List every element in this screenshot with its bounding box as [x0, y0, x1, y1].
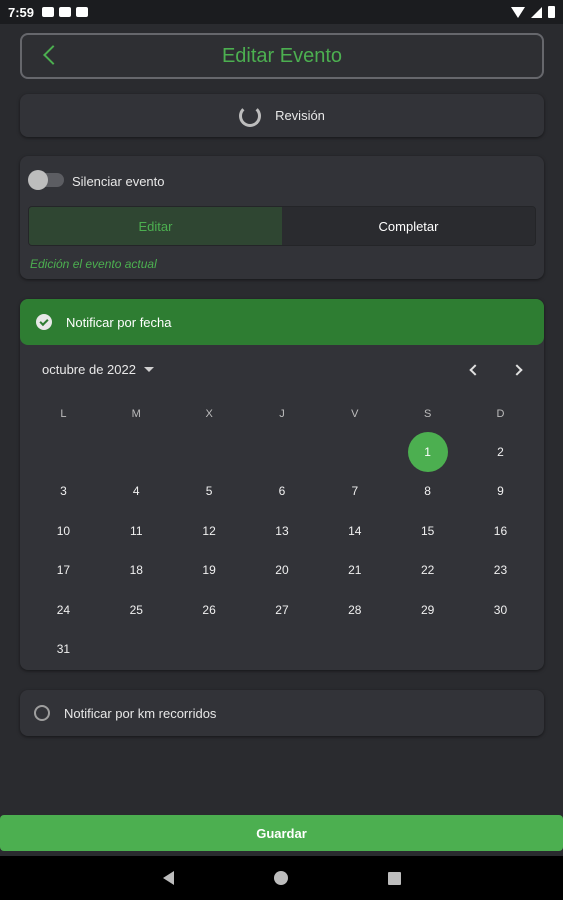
- calendar-empty-cell: [173, 630, 246, 670]
- mode-hint: Edición el evento actual: [30, 257, 157, 271]
- calendar-empty-cell: [100, 432, 173, 472]
- silence-label: Silenciar evento: [72, 174, 165, 189]
- refresh-icon: [239, 104, 262, 127]
- weekday-label: J: [279, 408, 285, 420]
- calendar-day[interactable]: 10: [27, 511, 100, 551]
- calendar-day[interactable]: 26: [173, 590, 246, 630]
- calendar-day[interactable]: 13: [246, 511, 319, 551]
- calendar-day[interactable]: 23: [464, 551, 537, 591]
- calendar-day[interactable]: 14: [318, 511, 391, 551]
- save-button[interactable]: Guardar: [0, 815, 563, 851]
- notify-by-km-label: Notificar por km recorridos: [64, 705, 217, 721]
- nav-back-icon[interactable]: [162, 871, 174, 885]
- weekday-label: L: [60, 408, 67, 420]
- status-time: 7:59: [8, 4, 35, 20]
- review-label: Revisión: [275, 108, 325, 123]
- month-selector[interactable]: octubre de 2022: [42, 362, 154, 377]
- calendar-day[interactable]: 22: [391, 551, 464, 591]
- calendar-day[interactable]: 12: [173, 511, 246, 551]
- calendar-empty-cell: [27, 432, 100, 472]
- calendar-day[interactable]: 28: [318, 590, 391, 630]
- calendar-empty-cell: [246, 630, 319, 670]
- segment-completar[interactable]: Completar: [282, 207, 535, 245]
- calendar-day[interactable]: 17: [27, 551, 100, 591]
- sd-card-icon: [76, 7, 89, 17]
- calendar-day[interactable]: 19: [173, 551, 246, 591]
- app-header: Editar Evento: [20, 33, 544, 79]
- weekday-label: D: [496, 408, 505, 420]
- notify-by-km-option[interactable]: Notificar por km recorridos: [20, 690, 544, 736]
- back-arrow-icon[interactable]: [43, 45, 63, 65]
- calendar-day[interactable]: 11: [100, 511, 173, 551]
- calendar-day[interactable]: 6: [246, 472, 319, 512]
- nav-recents-icon[interactable]: [387, 871, 401, 885]
- calendar-empty-cell: [464, 630, 537, 670]
- notify-by-date-option[interactable]: Notificar por fecha: [20, 299, 544, 345]
- calendar-day[interactable]: 25: [100, 590, 173, 630]
- silence-toggle[interactable]: [28, 170, 64, 190]
- notify-by-date-label: Notificar por fecha: [66, 314, 172, 330]
- calendar-day[interactable]: 9: [464, 472, 537, 512]
- segment-editar[interactable]: Editar: [29, 207, 282, 245]
- calendar-day[interactable]: 3: [27, 472, 100, 512]
- cast-icon: [42, 7, 55, 17]
- calendar-day[interactable]: 31: [27, 630, 100, 670]
- calendar-day[interactable]: 8: [391, 472, 464, 512]
- calendar-day[interactable]: 21: [318, 551, 391, 591]
- review-button[interactable]: Revisión: [20, 94, 544, 137]
- calendar-day[interactable]: 27: [246, 590, 319, 630]
- calendar-day[interactable]: 16: [464, 511, 537, 551]
- mode-segmented-control: Editar Completar: [28, 206, 536, 246]
- calendar-week-row: 17 18 19 20 21 22 23: [27, 551, 537, 591]
- silence-card: Silenciar evento Editar Completar Edició…: [20, 156, 544, 279]
- calendar-day[interactable]: 30: [464, 590, 537, 630]
- status-bar: 7:59: [0, 0, 563, 24]
- calendar-day[interactable]: 4: [100, 472, 173, 512]
- calendar-empty-cell: [100, 630, 173, 670]
- weekday-label: V: [351, 408, 359, 420]
- calendar-empty-cell: [318, 630, 391, 670]
- wifi-icon: [511, 6, 525, 18]
- weekday-label: M: [131, 408, 141, 420]
- calendar-empty-cell: [246, 432, 319, 472]
- calendar-week-row: 10 11 12 13 14 15 16: [27, 511, 537, 551]
- weekday-label: S: [423, 408, 432, 420]
- calendar-day[interactable]: 18: [100, 551, 173, 591]
- system-nav-bar: [0, 856, 563, 900]
- calendar-day[interactable]: 20: [246, 551, 319, 591]
- weekday-header: LMXJVSD: [27, 396, 537, 432]
- check-circle-icon: [36, 314, 52, 330]
- calendar-empty-cell: [391, 630, 464, 670]
- signal-icon: [531, 6, 542, 18]
- calendar-day[interactable]: 5: [173, 472, 246, 512]
- weekday-label: X: [205, 408, 213, 420]
- date-notify-card: Notificar por fecha octubre de 2022 L M X J…: [20, 299, 544, 670]
- calendar-week-row: 24 25 26 27 28 29 30: [27, 590, 537, 630]
- calendar-day[interactable]: 7: [318, 472, 391, 512]
- notification-app-icon: [59, 7, 72, 17]
- calendar-day-selected[interactable]: 1: [407, 432, 448, 472]
- next-month-chevron-icon[interactable]: [511, 364, 523, 376]
- calendar-day[interactable]: 2: [464, 432, 537, 472]
- calendar-day[interactable]: 15: [391, 511, 464, 551]
- calendar-empty-cell: [318, 432, 391, 472]
- calendar-day[interactable]: 24: [27, 590, 100, 630]
- calendar-empty-cell: [173, 432, 246, 472]
- month-label: octubre de 2022: [42, 362, 136, 377]
- calendar-week-row: 3456789: [27, 472, 537, 512]
- battery-icon: [548, 6, 555, 18]
- nav-home-icon[interactable]: [273, 871, 288, 885]
- calendar-week-row: 31: [27, 630, 537, 670]
- toggle-knob: [28, 170, 48, 190]
- calendar-day[interactable]: 29: [391, 590, 464, 630]
- radio-icon[interactable]: [34, 705, 50, 721]
- page-title: Editar Evento: [221, 44, 343, 67]
- calendar-grid: LMXJVSD 1 2 3 4 5 6 7 8 9 10 11 12 13 14 15 16 17 18 19 20 2…: [27, 396, 537, 669]
- calendar-week-row: 12: [27, 432, 537, 472]
- dropdown-caret-icon: [143, 367, 154, 372]
- prev-month-chevron-icon[interactable]: [469, 364, 481, 376]
